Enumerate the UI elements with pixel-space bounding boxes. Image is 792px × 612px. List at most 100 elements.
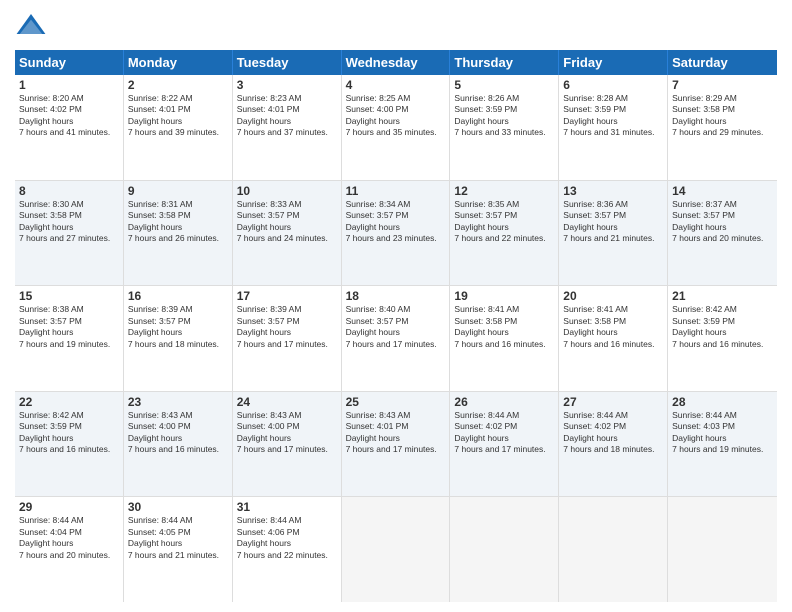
cell-details: Sunrise: 8:37 AM Sunset: 3:57 PM Dayligh…	[672, 199, 773, 245]
cell-details: Sunrise: 8:35 AM Sunset: 3:57 PM Dayligh…	[454, 199, 554, 245]
cell-details: Sunrise: 8:25 AM Sunset: 4:00 PM Dayligh…	[346, 93, 446, 139]
calendar: SundayMondayTuesdayWednesdayThursdayFrid…	[15, 50, 777, 602]
cell-details: Sunrise: 8:38 AM Sunset: 3:57 PM Dayligh…	[19, 304, 119, 350]
calendar-cell-day-1: 1 Sunrise: 8:20 AM Sunset: 4:02 PM Dayli…	[15, 75, 124, 180]
day-number: 1	[19, 78, 119, 92]
cell-details: Sunrise: 8:44 AM Sunset: 4:06 PM Dayligh…	[237, 515, 337, 561]
calendar-cell-day-16: 16 Sunrise: 8:39 AM Sunset: 3:57 PM Dayl…	[124, 286, 233, 391]
header-day-wednesday: Wednesday	[342, 50, 451, 75]
cell-details: Sunrise: 8:42 AM Sunset: 3:59 PM Dayligh…	[672, 304, 773, 350]
calendar-cell-day-27: 27 Sunrise: 8:44 AM Sunset: 4:02 PM Dayl…	[559, 392, 668, 497]
day-number: 6	[563, 78, 663, 92]
cell-details: Sunrise: 8:40 AM Sunset: 3:57 PM Dayligh…	[346, 304, 446, 350]
calendar-row: 15 Sunrise: 8:38 AM Sunset: 3:57 PM Dayl…	[15, 286, 777, 392]
cell-details: Sunrise: 8:44 AM Sunset: 4:05 PM Dayligh…	[128, 515, 228, 561]
day-number: 17	[237, 289, 337, 303]
cell-details: Sunrise: 8:20 AM Sunset: 4:02 PM Dayligh…	[19, 93, 119, 139]
calendar-cell-day-14: 14 Sunrise: 8:37 AM Sunset: 3:57 PM Dayl…	[668, 181, 777, 286]
calendar-cell-day-22: 22 Sunrise: 8:42 AM Sunset: 3:59 PM Dayl…	[15, 392, 124, 497]
day-number: 16	[128, 289, 228, 303]
calendar-cell-day-26: 26 Sunrise: 8:44 AM Sunset: 4:02 PM Dayl…	[450, 392, 559, 497]
cell-details: Sunrise: 8:41 AM Sunset: 3:58 PM Dayligh…	[563, 304, 663, 350]
page: SundayMondayTuesdayWednesdayThursdayFrid…	[0, 0, 792, 612]
day-number: 31	[237, 500, 337, 514]
cell-details: Sunrise: 8:36 AM Sunset: 3:57 PM Dayligh…	[563, 199, 663, 245]
day-number: 23	[128, 395, 228, 409]
calendar-cell-day-15: 15 Sunrise: 8:38 AM Sunset: 3:57 PM Dayl…	[15, 286, 124, 391]
calendar-cell-day-8: 8 Sunrise: 8:30 AM Sunset: 3:58 PM Dayli…	[15, 181, 124, 286]
calendar-cell-day-24: 24 Sunrise: 8:43 AM Sunset: 4:00 PM Dayl…	[233, 392, 342, 497]
cell-details: Sunrise: 8:44 AM Sunset: 4:04 PM Dayligh…	[19, 515, 119, 561]
day-number: 24	[237, 395, 337, 409]
cell-details: Sunrise: 8:30 AM Sunset: 3:58 PM Dayligh…	[19, 199, 119, 245]
calendar-body: 1 Sunrise: 8:20 AM Sunset: 4:02 PM Dayli…	[15, 75, 777, 602]
header-day-thursday: Thursday	[450, 50, 559, 75]
calendar-cell-day-23: 23 Sunrise: 8:43 AM Sunset: 4:00 PM Dayl…	[124, 392, 233, 497]
cell-details: Sunrise: 8:31 AM Sunset: 3:58 PM Dayligh…	[128, 199, 228, 245]
cell-details: Sunrise: 8:42 AM Sunset: 3:59 PM Dayligh…	[19, 410, 119, 456]
header-day-friday: Friday	[559, 50, 668, 75]
day-number: 12	[454, 184, 554, 198]
day-number: 9	[128, 184, 228, 198]
cell-details: Sunrise: 8:28 AM Sunset: 3:59 PM Dayligh…	[563, 93, 663, 139]
calendar-cell-day-2: 2 Sunrise: 8:22 AM Sunset: 4:01 PM Dayli…	[124, 75, 233, 180]
day-number: 3	[237, 78, 337, 92]
cell-details: Sunrise: 8:29 AM Sunset: 3:58 PM Dayligh…	[672, 93, 773, 139]
header-day-saturday: Saturday	[668, 50, 777, 75]
header-day-monday: Monday	[124, 50, 233, 75]
calendar-cell-day-9: 9 Sunrise: 8:31 AM Sunset: 3:58 PM Dayli…	[124, 181, 233, 286]
calendar-cell-day-17: 17 Sunrise: 8:39 AM Sunset: 3:57 PM Dayl…	[233, 286, 342, 391]
cell-details: Sunrise: 8:39 AM Sunset: 3:57 PM Dayligh…	[237, 304, 337, 350]
day-number: 26	[454, 395, 554, 409]
calendar-cell-day-20: 20 Sunrise: 8:41 AM Sunset: 3:58 PM Dayl…	[559, 286, 668, 391]
logo-icon	[15, 10, 47, 42]
calendar-cell-day-25: 25 Sunrise: 8:43 AM Sunset: 4:01 PM Dayl…	[342, 392, 451, 497]
calendar-row: 22 Sunrise: 8:42 AM Sunset: 3:59 PM Dayl…	[15, 392, 777, 498]
day-number: 10	[237, 184, 337, 198]
cell-details: Sunrise: 8:34 AM Sunset: 3:57 PM Dayligh…	[346, 199, 446, 245]
cell-details: Sunrise: 8:26 AM Sunset: 3:59 PM Dayligh…	[454, 93, 554, 139]
calendar-cell-empty	[342, 497, 451, 602]
calendar-cell-day-18: 18 Sunrise: 8:40 AM Sunset: 3:57 PM Dayl…	[342, 286, 451, 391]
cell-details: Sunrise: 8:44 AM Sunset: 4:02 PM Dayligh…	[563, 410, 663, 456]
cell-details: Sunrise: 8:43 AM Sunset: 4:01 PM Dayligh…	[346, 410, 446, 456]
calendar-cell-empty	[450, 497, 559, 602]
header-day-sunday: Sunday	[15, 50, 124, 75]
day-number: 18	[346, 289, 446, 303]
calendar-row: 1 Sunrise: 8:20 AM Sunset: 4:02 PM Dayli…	[15, 75, 777, 181]
calendar-cell-day-30: 30 Sunrise: 8:44 AM Sunset: 4:05 PM Dayl…	[124, 497, 233, 602]
cell-details: Sunrise: 8:33 AM Sunset: 3:57 PM Dayligh…	[237, 199, 337, 245]
day-number: 15	[19, 289, 119, 303]
day-number: 11	[346, 184, 446, 198]
calendar-cell-day-29: 29 Sunrise: 8:44 AM Sunset: 4:04 PM Dayl…	[15, 497, 124, 602]
calendar-cell-day-21: 21 Sunrise: 8:42 AM Sunset: 3:59 PM Dayl…	[668, 286, 777, 391]
cell-details: Sunrise: 8:41 AM Sunset: 3:58 PM Dayligh…	[454, 304, 554, 350]
calendar-cell-day-13: 13 Sunrise: 8:36 AM Sunset: 3:57 PM Dayl…	[559, 181, 668, 286]
cell-details: Sunrise: 8:43 AM Sunset: 4:00 PM Dayligh…	[237, 410, 337, 456]
calendar-cell-day-19: 19 Sunrise: 8:41 AM Sunset: 3:58 PM Dayl…	[450, 286, 559, 391]
calendar-cell-day-31: 31 Sunrise: 8:44 AM Sunset: 4:06 PM Dayl…	[233, 497, 342, 602]
day-number: 22	[19, 395, 119, 409]
cell-details: Sunrise: 8:44 AM Sunset: 4:02 PM Dayligh…	[454, 410, 554, 456]
day-number: 25	[346, 395, 446, 409]
day-number: 29	[19, 500, 119, 514]
day-number: 7	[672, 78, 773, 92]
calendar-cell-day-5: 5 Sunrise: 8:26 AM Sunset: 3:59 PM Dayli…	[450, 75, 559, 180]
calendar-cell-day-4: 4 Sunrise: 8:25 AM Sunset: 4:00 PM Dayli…	[342, 75, 451, 180]
calendar-cell-day-6: 6 Sunrise: 8:28 AM Sunset: 3:59 PM Dayli…	[559, 75, 668, 180]
calendar-cell-empty	[559, 497, 668, 602]
calendar-row: 8 Sunrise: 8:30 AM Sunset: 3:58 PM Dayli…	[15, 181, 777, 287]
day-number: 30	[128, 500, 228, 514]
day-number: 5	[454, 78, 554, 92]
cell-details: Sunrise: 8:23 AM Sunset: 4:01 PM Dayligh…	[237, 93, 337, 139]
day-number: 21	[672, 289, 773, 303]
calendar-cell-day-10: 10 Sunrise: 8:33 AM Sunset: 3:57 PM Dayl…	[233, 181, 342, 286]
day-number: 13	[563, 184, 663, 198]
calendar-row: 29 Sunrise: 8:44 AM Sunset: 4:04 PM Dayl…	[15, 497, 777, 602]
calendar-cell-day-12: 12 Sunrise: 8:35 AM Sunset: 3:57 PM Dayl…	[450, 181, 559, 286]
day-number: 2	[128, 78, 228, 92]
cell-details: Sunrise: 8:43 AM Sunset: 4:00 PM Dayligh…	[128, 410, 228, 456]
day-number: 28	[672, 395, 773, 409]
day-number: 8	[19, 184, 119, 198]
cell-details: Sunrise: 8:44 AM Sunset: 4:03 PM Dayligh…	[672, 410, 773, 456]
